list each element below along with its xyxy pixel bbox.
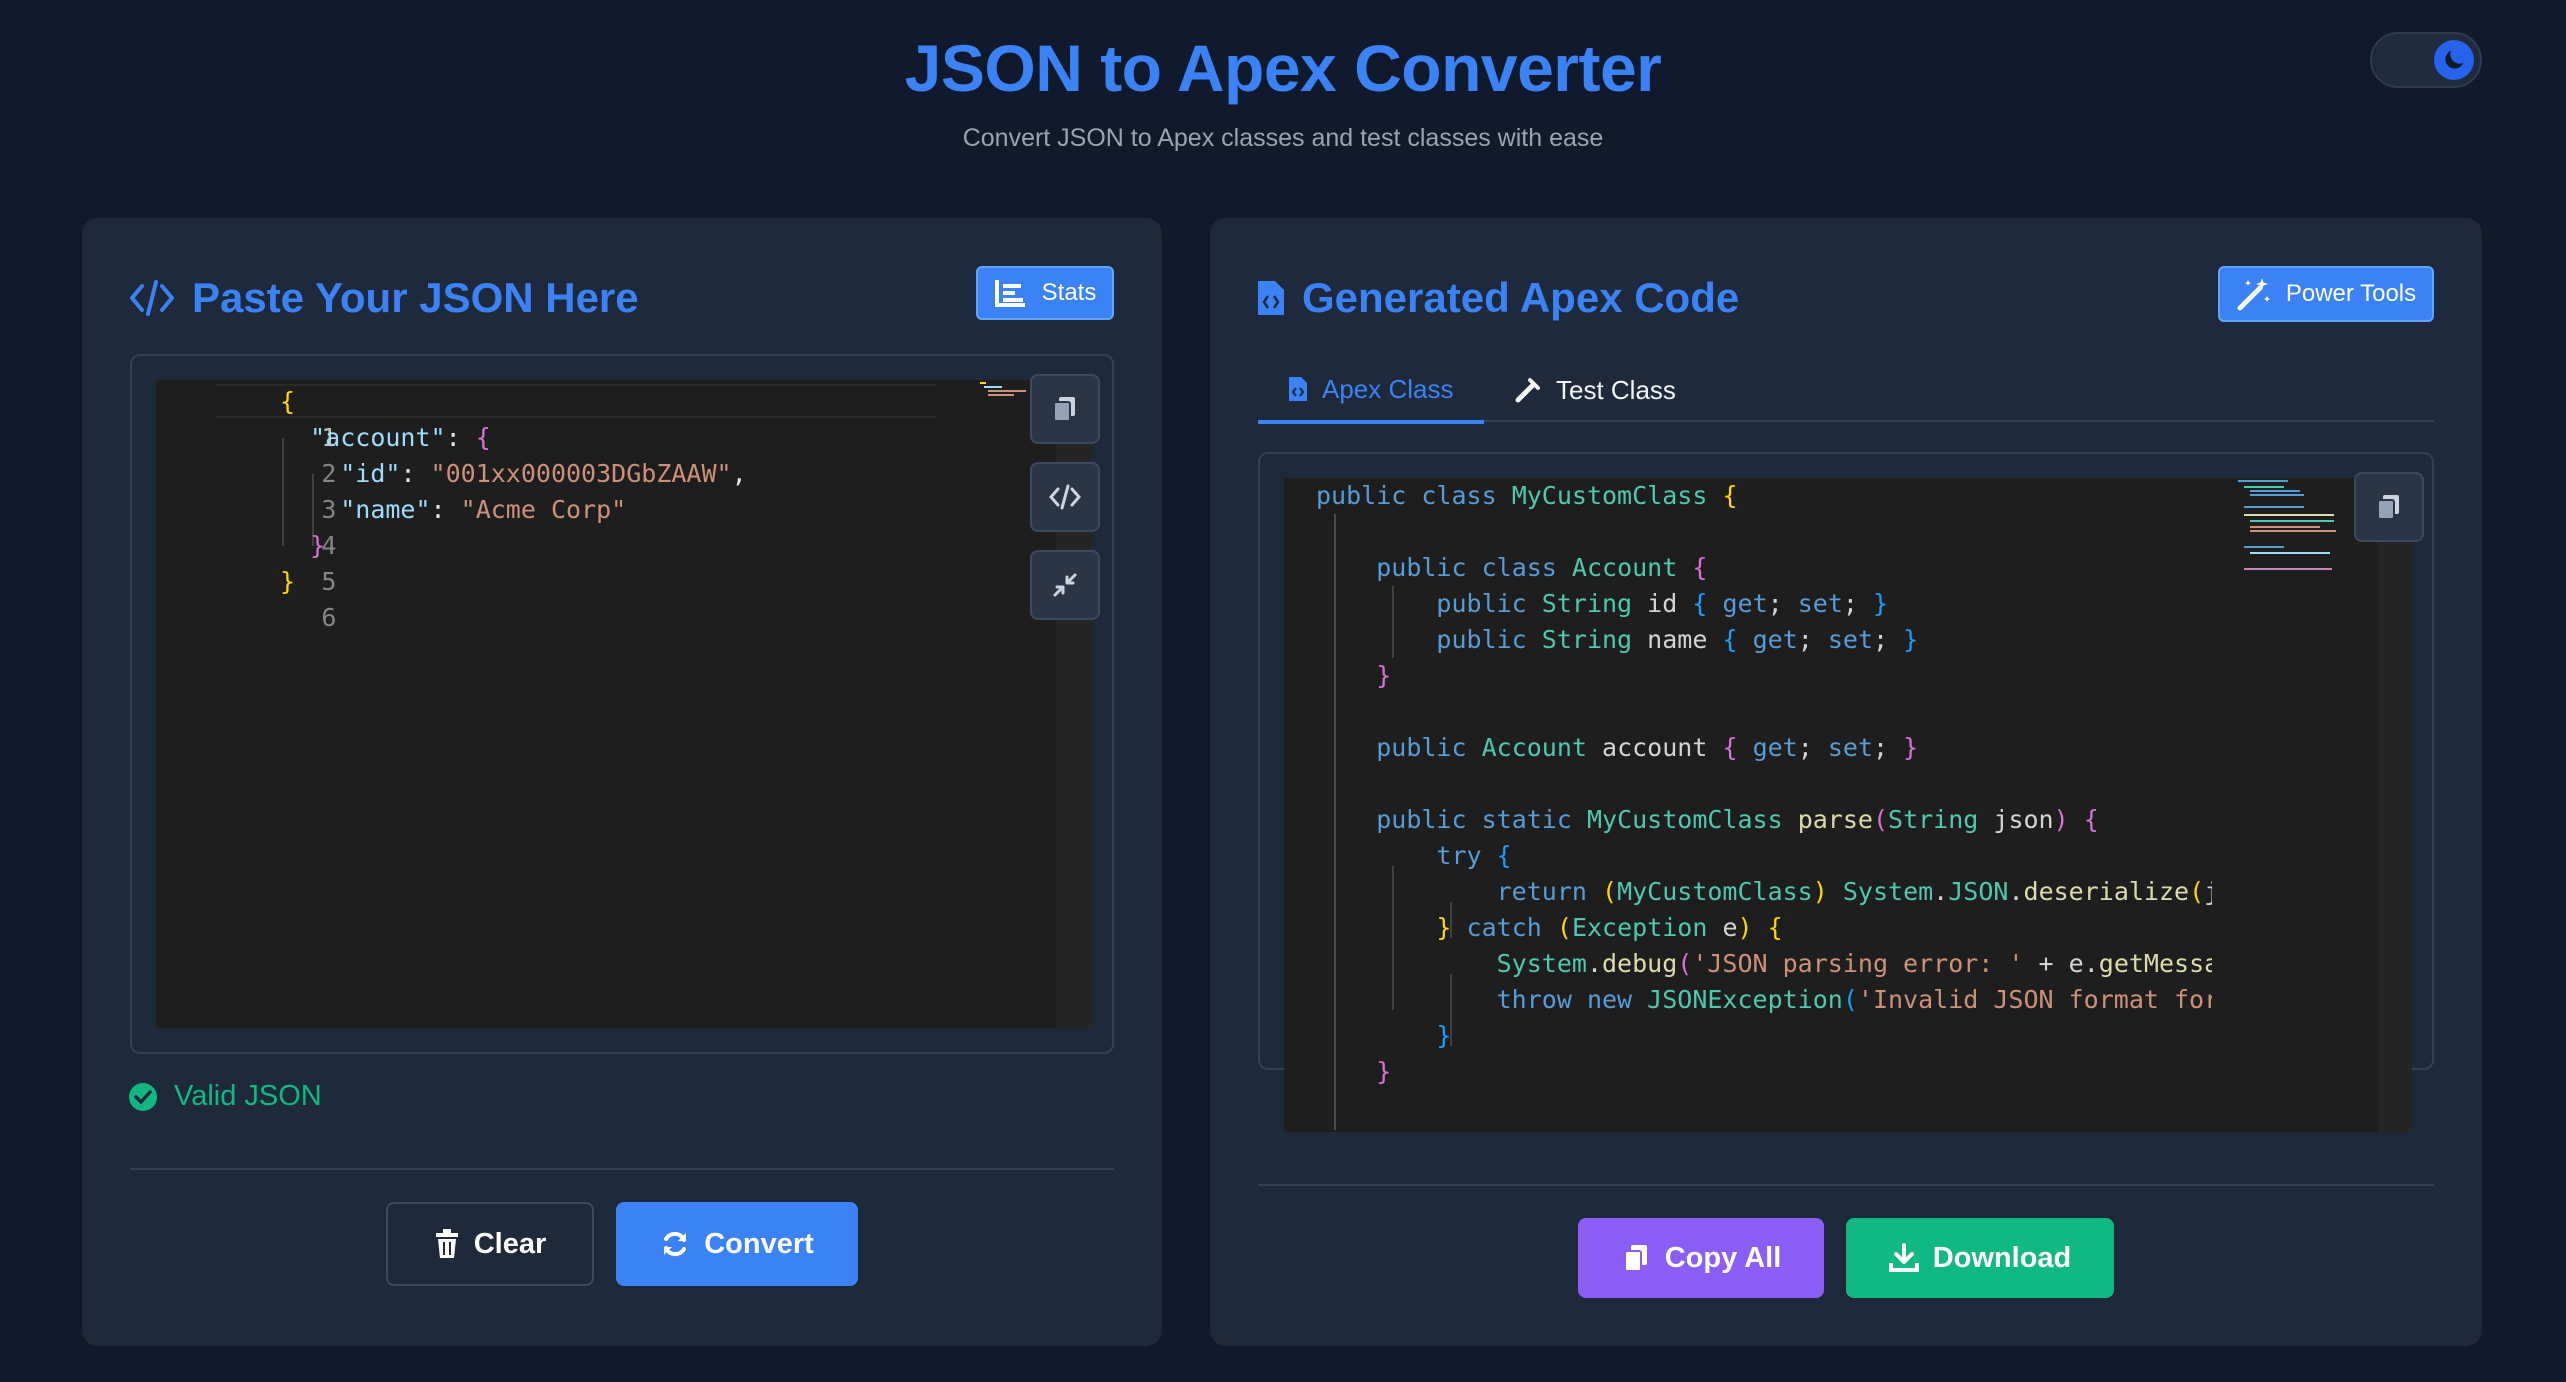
format-code-icon (1049, 484, 1081, 510)
apex-code-line: } (1376, 661, 1392, 690)
apex-output-panel: Generated Apex Code Power Tools Apex Cla… (1210, 218, 2482, 1346)
copy-icon (1623, 1245, 1647, 1272)
theme-toggle[interactable] (2370, 32, 2482, 88)
copy-apex-button[interactable] (2354, 472, 2424, 542)
minify-json-button[interactable] (1030, 550, 1100, 620)
json-code-line: } (280, 567, 296, 596)
apex-code-line: public String name { get; set; } (1436, 625, 1919, 654)
copy-json-button[interactable] (1030, 374, 1100, 444)
json-code-line: "account": { (310, 423, 491, 452)
validation-status: Valid JSON (128, 1080, 322, 1113)
apex-code-line: public class MyCustomClass { (1316, 481, 1738, 510)
convert-button[interactable]: Convert (616, 1202, 858, 1286)
apex-code-line: throw new JSONException('Invalid JSON fo… (1496, 985, 2212, 1014)
json-code-line: "id": "001xx000003DGbZAAW", (340, 459, 747, 488)
tab-apex-class-label: Apex Class (1322, 373, 1454, 404)
file-code-icon (1289, 377, 1307, 401)
minimize-icon (1053, 573, 1077, 597)
download-label: Download (1932, 1241, 2072, 1274)
apex-code-line: public class Account { (1376, 553, 1708, 582)
stats-label: Stats (1041, 279, 1097, 306)
apex-minimap[interactable] (2236, 478, 2346, 608)
json-panel-heading: Paste Your JSON Here (128, 268, 639, 328)
check-circle-icon (129, 1082, 157, 1111)
panel-divider (130, 1168, 1114, 1170)
moon-icon (2434, 40, 2474, 80)
output-tabs: Apex Class Test Class (1258, 358, 2434, 424)
tab-apex-class[interactable]: Apex Class (1258, 358, 1484, 424)
apex-code-line: } (1376, 1057, 1392, 1086)
format-json-button[interactable] (1030, 462, 1100, 532)
code-icon (130, 280, 174, 316)
json-code-line: { (280, 387, 296, 416)
json-editor-frame: 1 2 3 4 5 6 { "account": { "id": "001xx0… (130, 354, 1114, 1054)
stats-button[interactable]: Stats (976, 266, 1114, 320)
apex-code-line: public static MyCustomClass parse(String… (1376, 805, 2099, 834)
json-minimap[interactable] (976, 380, 1036, 400)
copy-icon (2377, 495, 2399, 520)
apex-editor[interactable]: public class MyCustomClass { public clas… (1284, 478, 2412, 1132)
download-button[interactable]: Download (1846, 1218, 2114, 1298)
apex-editor-frame: public class MyCustomClass { public clas… (1258, 452, 2434, 1132)
file-code-icon (1258, 281, 1284, 315)
json-code-line: } (310, 531, 326, 560)
page-header: JSON to Apex Converter Convert JSON to A… (0, 0, 2566, 180)
validation-text: Valid JSON (174, 1080, 322, 1112)
clear-label: Clear (473, 1227, 547, 1260)
magic-wand-icon (2237, 278, 2270, 311)
apex-code-line: System.debug('JSON parsing error: ' + e.… (1496, 949, 2212, 978)
tab-test-class[interactable]: Test Class (1514, 358, 1714, 422)
json-panel-title: Paste Your JSON Here (192, 274, 639, 321)
page-title: JSON to Apex Converter (904, 31, 1662, 105)
apex-code-line: } (1436, 1021, 1452, 1050)
copy-icon (1053, 397, 1075, 422)
bar-chart-icon (994, 280, 1025, 307)
panel-divider (1258, 1184, 2434, 1186)
clear-button[interactable]: Clear (386, 1202, 594, 1286)
apex-code-line: return (MyCustomClass) System.JSON.deser… (1496, 877, 2212, 906)
power-tools-label: Power Tools (2285, 280, 2417, 307)
json-input-panel: Paste Your JSON Here Stats 1 2 3 4 5 6 {… (82, 218, 1162, 1346)
apex-panel-heading: Generated Apex Code (1256, 268, 1739, 328)
apex-code-line: } catch (Exception e) { (1436, 913, 1783, 942)
copy-all-label: Copy All (1664, 1241, 1782, 1274)
copy-all-button[interactable]: Copy All (1578, 1218, 1824, 1298)
trash-icon (435, 1229, 458, 1258)
convert-label: Convert (704, 1227, 814, 1260)
tab-test-class-label: Test Class (1556, 374, 1676, 405)
apex-code-line: public String id { get; set; } (1436, 589, 1889, 618)
sync-icon (664, 1231, 687, 1257)
page-subtitle: Convert JSON to Apex classes and test cl… (962, 124, 1604, 152)
power-tools-button[interactable]: Power Tools (2218, 266, 2434, 322)
apex-panel-title: Generated Apex Code (1302, 274, 1740, 321)
json-editor[interactable]: 1 2 3 4 5 6 { "account": { "id": "001xx0… (156, 380, 1092, 1028)
line-number: 6 (321, 603, 337, 632)
apex-code-line: public Account account { get; set; } (1376, 733, 1919, 762)
flask-icon (1515, 378, 1540, 403)
apex-editor-scrollbar[interactable] (2378, 478, 2412, 1132)
json-code-line: "name": "Acme Corp" (340, 495, 627, 524)
download-icon (1888, 1243, 1919, 1272)
apex-code-line: try { (1436, 841, 1512, 870)
